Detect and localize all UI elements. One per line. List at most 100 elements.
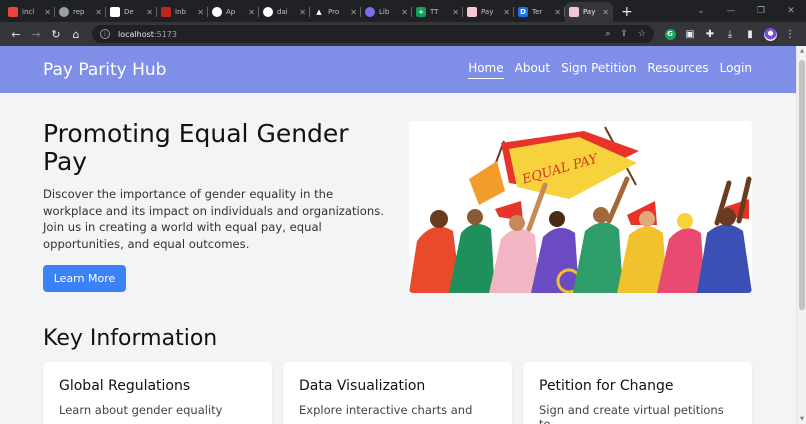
close-icon[interactable]: ✕ [95, 8, 102, 17]
tab-title: incl [22, 8, 35, 16]
back-icon[interactable]: ← [6, 24, 26, 44]
grammarly-extension-icon[interactable]: G [660, 24, 680, 44]
card-text: Explore interactive charts and [299, 403, 473, 417]
tab-title: Pay [481, 8, 494, 16]
menu-kebab-icon[interactable]: ⋮ [780, 24, 800, 44]
card-data-visualization[interactable]: Data Visualization Explore interactive c… [283, 362, 512, 424]
tab-favicon [110, 7, 120, 17]
url-port: :5173 [153, 29, 177, 39]
tab-title: Pay [583, 8, 596, 16]
home-icon[interactable]: ⌂ [66, 24, 86, 44]
card-global-regulations[interactable]: Global Regulations Learn about gender eq… [43, 362, 272, 424]
tab-favicon [569, 7, 579, 17]
scroll-down-icon[interactable]: ▼ [799, 416, 805, 422]
close-icon[interactable]: ✕ [248, 8, 255, 17]
browser-tab[interactable]: incl ✕ [4, 2, 55, 22]
tab-title: Ap [226, 8, 236, 16]
page-scrollbar[interactable]: ▲ ▼ [796, 46, 806, 424]
browser-tab[interactable]: Inb ✕ [157, 2, 208, 22]
learn-more-button[interactable]: Learn More [43, 265, 126, 292]
close-icon[interactable]: ✕ [299, 8, 306, 17]
browser-toolbar: ← → ↻ ⌂ i localhost:5173 ⌕ ⇪ ☆ G ▣ ✚ ⤓ ▮… [0, 22, 806, 46]
url-host: localhost [118, 29, 154, 39]
card-text: Sign and create virtual petitions to [539, 403, 724, 424]
minimize-icon[interactable]: — [716, 0, 746, 22]
tab-favicon: + [416, 7, 426, 17]
close-icon[interactable]: ✕ [452, 8, 459, 17]
tab-favicon [8, 7, 18, 17]
extensions-puzzle-icon[interactable]: ✚ [700, 24, 720, 44]
close-icon[interactable]: ✕ [401, 8, 408, 17]
sidebar-icon[interactable]: ▮ [740, 24, 760, 44]
tab-title: De [124, 8, 134, 16]
browser-tab[interactable]: ▲ Pro ✕ [310, 2, 361, 22]
close-icon[interactable]: ✕ [554, 8, 561, 17]
browser-tab[interactable]: Ap ✕ [208, 2, 259, 22]
nav-about[interactable]: About [515, 61, 550, 79]
site-navbar: Pay Parity Hub Home About Sign Petition … [0, 46, 806, 93]
profile-avatar[interactable] [760, 24, 780, 44]
zoom-icon[interactable]: ⌕ [605, 29, 610, 39]
browser-tab[interactable]: De ✕ [106, 2, 157, 22]
tab-title: TT [430, 8, 439, 16]
tab-title: Ter [532, 8, 543, 16]
browser-tab[interactable]: Lib ✕ [361, 2, 412, 22]
close-icon[interactable]: ✕ [197, 8, 204, 17]
window-close-icon[interactable]: ✕ [776, 0, 806, 22]
scrollbar-thumb[interactable] [799, 60, 805, 310]
browser-tab[interactable]: rep ✕ [55, 2, 106, 22]
close-icon[interactable]: ✕ [350, 8, 357, 17]
tab-favicon: ▲ [316, 8, 322, 16]
tab-favicon [161, 7, 171, 17]
nav-sign-petition[interactable]: Sign Petition [561, 61, 636, 79]
card-text: Learn about gender equality [59, 403, 223, 417]
tab-favicon [467, 7, 477, 17]
browser-tab-strip: incl ✕ rep ✕ De ✕ Inb ✕ Ap ✕ dai ✕ ▲ Pro ✕ Lib ✕ … [0, 0, 806, 22]
close-icon[interactable]: ✕ [146, 8, 153, 17]
nav-login[interactable]: Login [720, 61, 752, 79]
window-controls: ⌄ — ❐ ✕ [686, 0, 806, 22]
close-icon[interactable]: ✕ [44, 8, 51, 17]
hero-illustration: EQUAL PAY [409, 121, 752, 293]
march-illustration: EQUAL PAY [409, 126, 752, 293]
tab-title: dai [277, 8, 288, 16]
tab-title: Inb [175, 8, 186, 16]
maximize-icon[interactable]: ❐ [746, 0, 776, 22]
card-petition-for-change[interactable]: Petition for Change Sign and create virt… [523, 362, 752, 424]
tab-search-icon[interactable]: ⌄ [686, 0, 716, 22]
forward-icon[interactable]: → [26, 24, 46, 44]
site-info-icon[interactable]: i [100, 29, 110, 39]
browser-tab[interactable]: D Ter ✕ [514, 2, 565, 22]
bookmark-star-icon[interactable]: ☆ [638, 29, 646, 39]
tab-title: Lib [379, 8, 390, 16]
tab-favicon [263, 7, 273, 17]
tab-favicon [212, 7, 222, 17]
tab-title: Pro [328, 8, 340, 16]
key-information-title: Key Information [43, 326, 218, 351]
reload-icon[interactable]: ↻ [46, 24, 66, 44]
address-bar[interactable]: i localhost:5173 ⌕ ⇪ ☆ [92, 25, 654, 43]
browser-tab[interactable]: Pay ✕ [463, 2, 514, 22]
browser-tab-active[interactable]: Pay ✕ [565, 2, 613, 22]
notion-extension-icon[interactable]: ▣ [680, 24, 700, 44]
download-icon[interactable]: ⤓ [720, 24, 740, 44]
site-brand[interactable]: Pay Parity Hub [43, 60, 166, 80]
close-icon[interactable]: ✕ [503, 8, 510, 17]
card-title: Petition for Change [539, 378, 674, 394]
tab-title: rep [73, 8, 85, 16]
new-tab-icon[interactable]: + [621, 2, 633, 22]
site-nav: Home About Sign Petition Resources Login [468, 61, 752, 79]
tab-favicon [365, 7, 375, 17]
hero-title: Promoting Equal Gender Pay [43, 119, 349, 176]
nav-resources[interactable]: Resources [647, 61, 708, 79]
share-icon[interactable]: ⇪ [620, 29, 628, 39]
browser-tab[interactable]: dai ✕ [259, 2, 310, 22]
key-info-cards: Global Regulations Learn about gender eq… [43, 362, 752, 424]
nav-home[interactable]: Home [468, 61, 504, 79]
card-title: Data Visualization [299, 378, 426, 394]
tab-favicon: D [518, 7, 528, 17]
scroll-up-icon[interactable]: ▲ [799, 48, 805, 54]
browser-tab[interactable]: + TT ✕ [412, 2, 463, 22]
close-icon[interactable]: ✕ [602, 8, 609, 17]
hero-description: Discover the importance of gender equali… [43, 187, 384, 251]
